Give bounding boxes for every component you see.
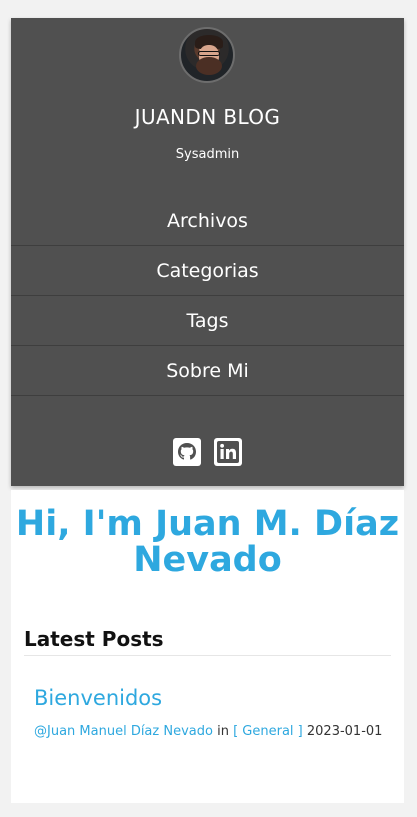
sidebar-header: JUANDN BLOG Sysadmin Archivos Categorias… — [11, 18, 404, 486]
main-nav: Archivos Categorias Tags Sobre Mi — [11, 196, 404, 396]
main-content: Hi, I'm Juan M. Díaz Nevado Latest Posts… — [11, 490, 404, 803]
github-icon[interactable] — [172, 438, 201, 466]
latest-posts-heading: Latest Posts — [24, 627, 391, 656]
post-in-label: in — [217, 724, 229, 739]
avatar — [179, 27, 235, 83]
nav-item-tags[interactable]: Tags — [11, 296, 404, 346]
avatar-glasses — [198, 51, 220, 56]
avatar-beard — [196, 57, 222, 75]
hero-heading: Hi, I'm Juan M. Díaz Nevado — [15, 504, 400, 580]
blog-subtitle: Sysadmin — [175, 147, 240, 162]
nav-item-categorias[interactable]: Categorias — [11, 246, 404, 296]
nav-item-sobre-mi[interactable]: Sobre Mi — [11, 346, 404, 396]
nav-item-archivos[interactable]: Archivos — [11, 196, 404, 246]
social-links — [11, 438, 404, 466]
post-title-link[interactable]: Bienvenidos — [34, 686, 162, 710]
linkedin-icon[interactable] — [214, 438, 243, 466]
post-date: 2023-01-01 — [306, 724, 383, 739]
post-author-link[interactable]: @Juan Manuel Díaz Nevado — [34, 724, 213, 739]
blog-title[interactable]: JUANDN BLOG — [11, 105, 404, 129]
post-category-link[interactable]: [ General ] — [233, 724, 303, 739]
post-meta: @Juan Manuel Díaz Nevado in [ General ] … — [34, 724, 382, 739]
